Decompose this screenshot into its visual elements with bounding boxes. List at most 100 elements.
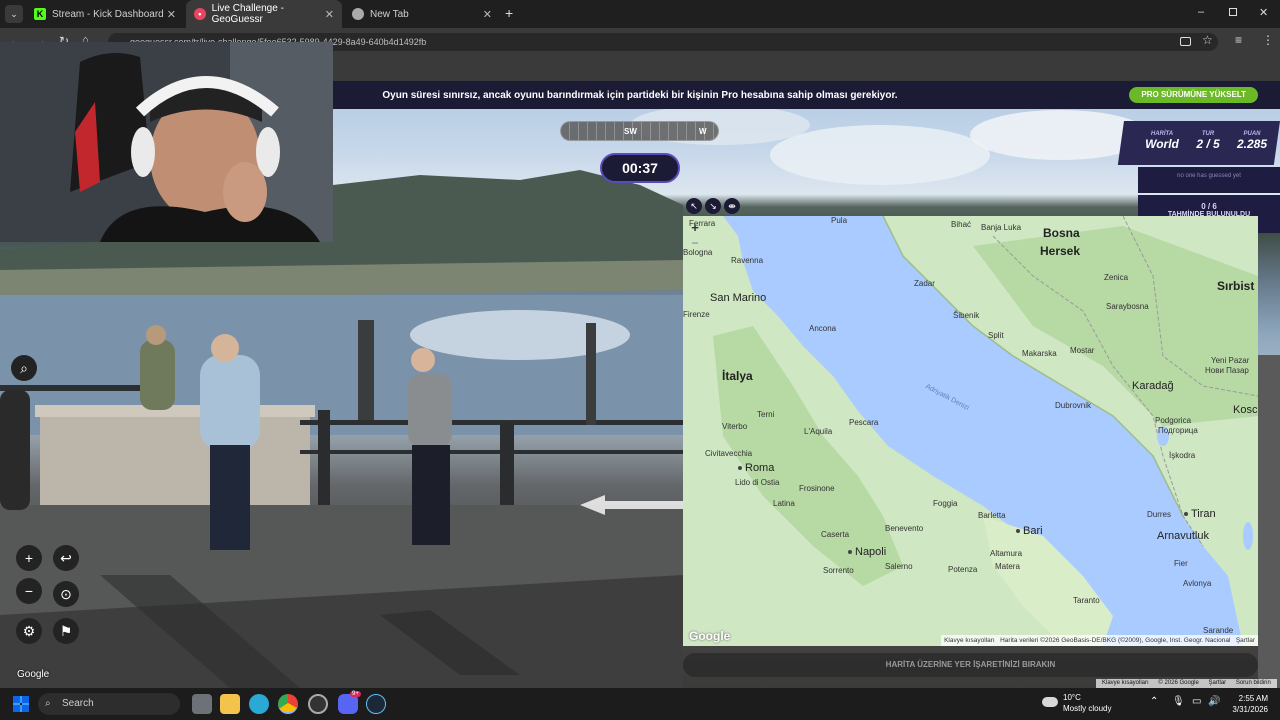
map-terms-link[interactable]: Şartlar [1236,637,1255,644]
weather-widget[interactable]: 10°C Mostly cloudy [1063,692,1111,714]
chrome-browser-icon[interactable] [278,694,298,714]
map-label: Dubrovnik [1055,401,1092,410]
close-window-icon[interactable]: ✕ [1259,6,1268,19]
restore-window-icon[interactable] [1229,8,1237,16]
microphone-icon[interactable]: 🎙 [1172,696,1185,707]
map-label: Sarande [1203,626,1234,635]
city-dot-icon [848,550,852,555]
file-explorer-icon[interactable] [220,694,240,714]
map-zoom-in-button[interactable]: + [688,221,702,235]
map-label: Šibenik [953,311,980,320]
chrome-favicon-icon [352,8,364,20]
extensions-icon[interactable]: ≡ [1235,33,1242,47]
new-tab-button[interactable]: + [505,5,513,21]
tab-search-button[interactable]: ⌄ [5,5,23,23]
map-label: Banja Luka [981,223,1022,232]
camera-toggle-button[interactable]: ⌕ [11,355,37,381]
map-attribution: Klavye kısayolları Harita verileri ©2026… [941,635,1258,646]
weather-temp: 10°C [1063,693,1081,702]
discord-icon[interactable] [338,694,358,714]
sv-keyboard-shortcuts-link[interactable]: Klavye kısayolları [1102,680,1149,686]
network-icon[interactable]: ▭ [1192,696,1201,707]
map-keyboard-shortcuts-link[interactable]: Klavye kısayolları [944,637,995,644]
map-label: Ancona [809,324,837,333]
steam-icon[interactable] [366,694,386,714]
map-label: Frosinone [799,484,835,493]
score-map: HARİTA World [1144,131,1180,151]
minimize-window-icon[interactable]: – [1198,6,1204,18]
score-points-value: 2.285 [1236,137,1268,151]
map-label: Hersek [1040,244,1081,258]
task-view-icon[interactable] [192,694,212,714]
install-app-icon[interactable] [1180,37,1191,46]
map-label: Salerno [885,562,913,571]
upgrade-pro-button[interactable]: PRO SÜRÜMÜNE YÜKSELT [1129,87,1258,103]
map-label: Ravenna [731,256,764,265]
return-to-start-button[interactable]: ⊙ [53,581,79,607]
map-shrink-icon[interactable]: ↘ [705,198,721,214]
city-dot-icon [1184,512,1188,517]
edge-browser-icon[interactable] [249,694,269,714]
map-label: Benevento [885,524,924,533]
map-label: Split [988,331,1004,340]
map-label: Latina [773,499,795,508]
map-label: İşkodra [1169,451,1196,460]
tab-new-tab[interactable]: New Tab ✕ [344,0,500,28]
tab-geoguessr[interactable]: • Live Challenge - GeoGuessr ✕ [186,0,342,28]
compass: SW W [560,121,719,141]
settings-gear-icon[interactable]: ⚙ [16,618,42,644]
map-label: Нови Пазар [1205,366,1249,375]
browser-menu-icon[interactable]: ⋮ [1262,33,1274,47]
discord-badge: 9+ [350,691,361,697]
windows-taskbar: ⌕ Search 9+ 10°C Mostly cloudy ⌃ 🎙 ▭ 🔊 2… [0,688,1280,720]
map-label: Civitavecchia [705,449,753,458]
map-pin-icon[interactable]: ⇼ [724,198,740,214]
guess-count: 0 / 6 [1201,202,1217,211]
street-view-attribution: Klavye kısayolları © 2026 Google Şartlar… [1096,679,1277,688]
volume-icon[interactable]: 🔊 [1208,696,1220,707]
map-label: Matera [995,562,1020,571]
round-timer: 00:37 [600,153,680,183]
map-zoom-out-button[interactable]: − [688,237,702,249]
map-label: İtalya [722,369,753,383]
tab-title: Stream - Kick Dashboard [52,8,164,20]
flag-icon[interactable]: ⚑ [53,618,79,644]
place-guess-button[interactable]: HARİTA ÜZERİNE YER İŞARETİNİZİ BIRAKIN [683,653,1258,677]
clock-date: 3/31/2026 [1232,705,1268,714]
taskbar-search-box[interactable]: ⌕ Search [38,693,180,715]
sv-copyright: © 2026 Google [1158,680,1199,686]
city-dot-icon [738,466,742,471]
map-label: Terni [757,410,775,419]
webcam-overlay [0,42,333,242]
system-clock[interactable]: 2:55 AM 3/31/2026 [1222,693,1268,715]
map-label: Karadağ [1132,380,1174,392]
score-round-value: 2 / 5 [1196,137,1220,151]
map-label: Firenze [683,310,710,319]
tab-kick-dashboard[interactable]: K Stream - Kick Dashboard ✕ [26,0,184,28]
undo-move-button[interactable]: ↩ [53,545,79,571]
close-tab-icon[interactable]: ✕ [167,8,176,21]
map-label: Durres [1147,510,1172,519]
map-label: Viterbo [722,422,748,431]
zoom-out-button[interactable]: − [16,578,42,604]
tab-title: Live Challenge - GeoGuessr [211,3,284,25]
tray-overflow-icon[interactable]: ⌃ [1150,696,1158,707]
sv-report-link[interactable]: Sorun bildirin [1236,680,1271,686]
map-expand-icon[interactable]: ↖ [686,198,702,214]
guess-map[interactable]: Bosna Hersek Sırbist San Marino İtalya K… [683,216,1258,646]
close-tab-icon[interactable]: ✕ [483,8,492,21]
geoguessr-favicon-icon: • [194,8,206,20]
kick-favicon-icon: K [34,8,46,20]
zoom-in-button[interactable]: + [16,545,42,571]
weather-cloud-icon [1042,697,1058,707]
map-label-text: Napoli [855,546,887,558]
bookmark-star-icon[interactable]: ☆ [1202,33,1213,47]
close-tab-icon[interactable]: ✕ [325,8,334,21]
map-label: Bihać [951,220,972,229]
windows-start-icon[interactable] [13,696,29,712]
map-label: Mostar [1070,346,1095,355]
obs-icon[interactable] [308,694,328,714]
street-view-google-logo: Google [17,669,50,680]
map-label: Kosc [1233,404,1258,416]
sv-terms-link[interactable]: Şartlar [1208,680,1226,686]
